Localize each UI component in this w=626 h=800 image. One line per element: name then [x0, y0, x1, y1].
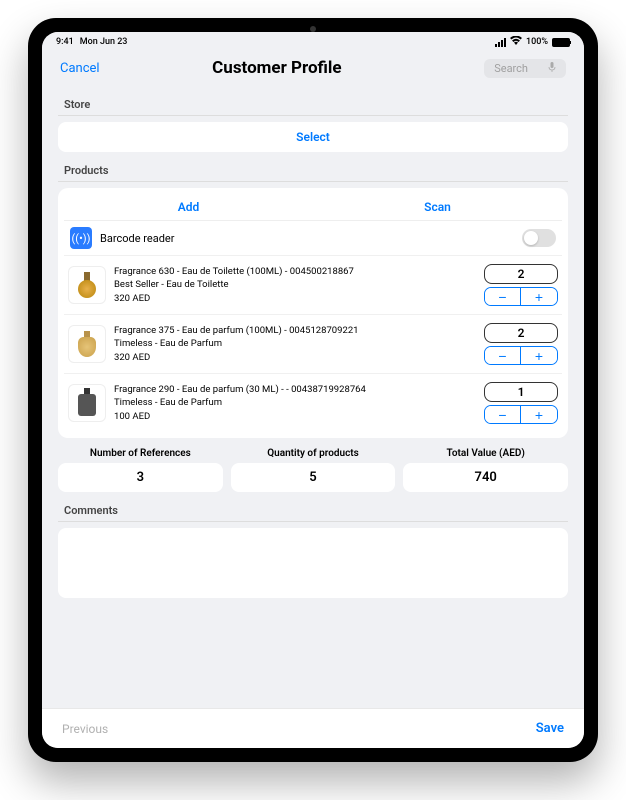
product-price: 100 AED [114, 410, 476, 423]
product-title: Fragrance 630 - Eau de Toilette (100ML) … [114, 265, 476, 278]
search-input[interactable]: Search [484, 59, 566, 78]
save-button[interactable]: Save [536, 721, 564, 736]
qty-minus[interactable]: − [485, 406, 521, 423]
qty-value: 2 [484, 264, 558, 284]
products-label: Products [58, 152, 568, 182]
products-card: Add Scan ((•)) Barcode reader Fragrance … [58, 188, 568, 438]
total-label: Total Value (AED) [403, 448, 568, 459]
previous-button[interactable]: Previous [62, 722, 108, 736]
product-row: Fragrance 290 - Eau de parfum (30 ML) - … [64, 373, 562, 432]
barcode-toggle[interactable] [522, 229, 556, 247]
qty-stepper: − + [484, 346, 558, 365]
barcode-icon: ((•)) [70, 227, 92, 249]
qty-value: 1 [484, 382, 558, 402]
product-sub: Timeless - Eau de Parfum [114, 396, 476, 409]
qty-plus[interactable]: + [521, 288, 557, 305]
footer: Previous Save [42, 708, 584, 748]
wifi-icon [510, 36, 522, 48]
product-image [68, 325, 106, 363]
qty-total: 5 [231, 463, 396, 492]
product-image [68, 266, 106, 304]
store-label: Store [58, 86, 568, 116]
qty-value: 2 [484, 323, 558, 343]
product-price: 320 AED [114, 351, 476, 364]
store-select-button[interactable]: Select [58, 122, 568, 152]
status-time: 9:41 [56, 37, 74, 47]
qty-plus[interactable]: + [521, 347, 557, 364]
qty-stepper: − + [484, 405, 558, 424]
status-date: Mon Jun 23 [80, 37, 128, 47]
content: Store Select Products Add Scan ((•)) Bar… [42, 86, 584, 708]
mic-icon [548, 62, 556, 75]
refs-label: Number of References [58, 448, 223, 459]
qty-plus[interactable]: + [521, 406, 557, 423]
status-bar: 9:41 Mon Jun 23 100% [42, 32, 584, 50]
product-image [68, 384, 106, 422]
battery-pct: 100% [526, 37, 548, 47]
refs-value: 3 [58, 463, 223, 492]
barcode-label: Barcode reader [100, 232, 514, 245]
add-tab[interactable]: Add [64, 194, 313, 220]
screen: 9:41 Mon Jun 23 100% Cancel Customer Pro… [42, 32, 584, 748]
total-value: 740 [403, 463, 568, 492]
product-sub: Timeless - Eau de Parfum [114, 337, 476, 350]
product-row: Fragrance 375 - Eau de parfum (100ML) - … [64, 314, 562, 373]
qty-stepper: − + [484, 287, 558, 306]
battery-icon [552, 38, 570, 47]
qty-label: Quantity of products [231, 448, 396, 459]
qty-minus[interactable]: − [485, 347, 521, 364]
camera-dot [310, 26, 316, 32]
signal-icon [495, 38, 506, 47]
comments-label: Comments [58, 492, 568, 522]
product-sub: Best Seller - Eau de Toilette [114, 278, 476, 291]
page-title: Customer Profile [70, 58, 485, 78]
nav-bar: Cancel Customer Profile Search [42, 50, 584, 86]
product-title: Fragrance 375 - Eau de parfum (100ML) - … [114, 324, 476, 337]
product-title: Fragrance 290 - Eau de parfum (30 ML) - … [114, 383, 476, 396]
product-price: 320 AED [114, 292, 476, 305]
product-row: Fragrance 630 - Eau de Toilette (100ML) … [64, 255, 562, 314]
summary-row: Number of References 3 Quantity of produ… [58, 448, 568, 492]
qty-minus[interactable]: − [485, 288, 521, 305]
search-placeholder: Search [494, 62, 528, 75]
comments-input[interactable] [58, 528, 568, 598]
tablet-frame: 9:41 Mon Jun 23 100% Cancel Customer Pro… [28, 18, 598, 762]
scan-tab[interactable]: Scan [313, 194, 562, 220]
